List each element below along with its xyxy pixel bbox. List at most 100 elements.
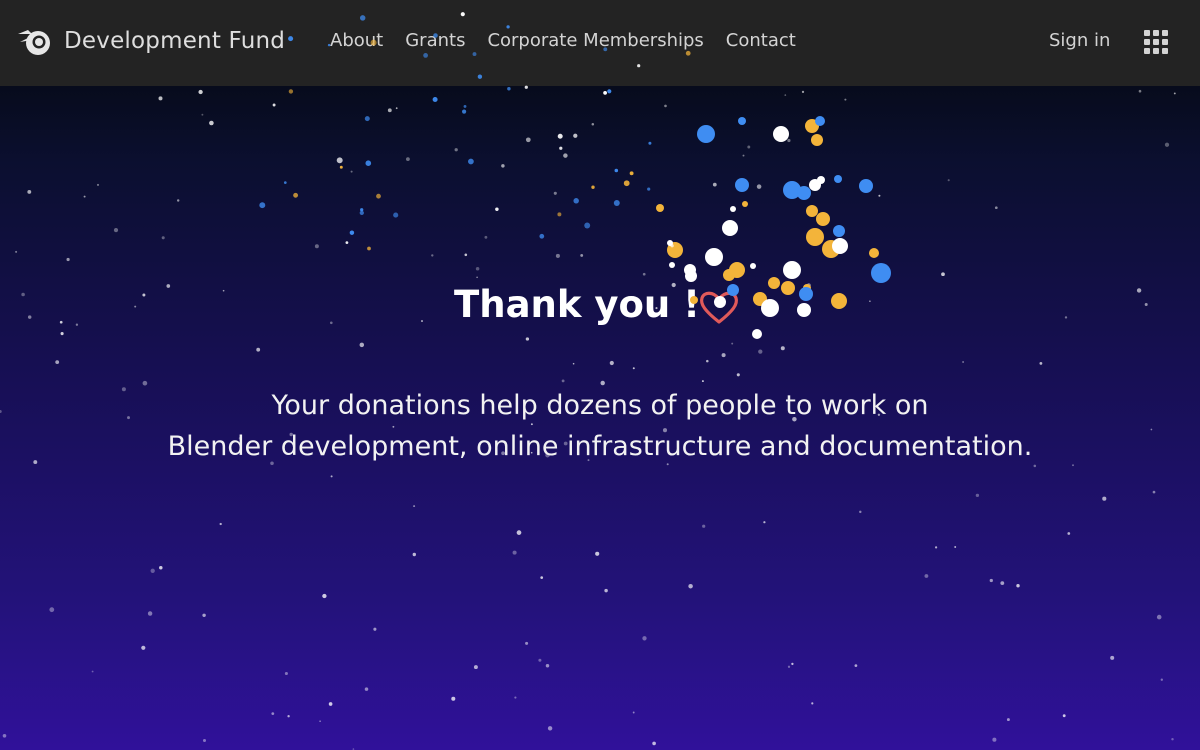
confetti-dot (730, 206, 736, 212)
confetti-dot (656, 204, 664, 212)
star (27, 189, 32, 194)
confetti-trail-dot (288, 89, 294, 94)
confetti-dot (742, 201, 748, 207)
star (525, 337, 530, 341)
star (1156, 614, 1162, 620)
confetti-trail-dot (614, 168, 619, 173)
nav-corporate-memberships[interactable]: Corporate Memberships (487, 30, 703, 51)
star (1152, 490, 1156, 494)
confetti-trail-dot (557, 212, 562, 217)
confetti-dot (806, 205, 818, 217)
apps-grid-icon[interactable] (1144, 30, 1168, 54)
star (1144, 303, 1148, 306)
nav-about[interactable]: About (330, 30, 383, 51)
star (869, 300, 871, 303)
star (202, 613, 206, 618)
star (784, 94, 787, 96)
star (159, 566, 163, 570)
confetti-trail-dot (272, 103, 276, 107)
star (55, 360, 60, 364)
star (572, 362, 575, 365)
star (350, 170, 353, 173)
star (580, 253, 584, 257)
brand-link[interactable]: Development Fund (16, 26, 285, 56)
confetti-dot (817, 176, 825, 184)
confetti-dot (803, 284, 811, 292)
star (1006, 718, 1010, 722)
star (538, 658, 542, 662)
star (134, 305, 137, 308)
confetti-trail-dot (623, 180, 630, 187)
star (609, 360, 614, 366)
star (27, 315, 32, 319)
hero-line-2: Blender development, online infrastructu… (167, 431, 1033, 462)
confetti-dot (832, 238, 848, 254)
confetti-trail-dot (507, 87, 511, 91)
star (1064, 316, 1068, 319)
star (256, 347, 261, 352)
confetti-trail-dot (283, 181, 287, 184)
confetti-trail-dot (591, 185, 595, 189)
star (756, 184, 762, 189)
star (731, 342, 734, 345)
confetti-dot (667, 242, 683, 258)
star (473, 665, 478, 670)
star (787, 138, 791, 143)
star (66, 257, 70, 262)
confetti-dot (834, 175, 842, 183)
nav-grants[interactable]: Grants (405, 30, 465, 51)
star (142, 293, 146, 297)
star (512, 550, 517, 555)
star (373, 627, 377, 631)
star (736, 373, 740, 377)
star (545, 663, 550, 668)
star (1067, 532, 1071, 535)
star (284, 671, 288, 676)
star (811, 702, 814, 705)
star (287, 715, 290, 718)
nav-contact[interactable]: Contact (726, 30, 796, 51)
star (198, 89, 203, 95)
confetti-dot (822, 240, 840, 258)
confetti-trail-dot (607, 89, 612, 94)
confetti-dot (697, 125, 715, 143)
confetti-dot (768, 277, 780, 289)
star (1171, 737, 1174, 741)
blender-logo-icon (18, 30, 50, 55)
star (642, 636, 647, 641)
star (553, 191, 557, 195)
star (219, 522, 222, 526)
confetti-dot (783, 181, 801, 199)
top-navbar: Development Fund About Grants Corporate … (0, 0, 1200, 86)
confetti-dot (811, 134, 823, 146)
main-nav: About Grants Corporate Memberships Conta… (330, 30, 796, 51)
star (141, 645, 146, 650)
confetti-dot (783, 261, 801, 279)
star (464, 253, 468, 257)
confetti-dot (781, 281, 795, 295)
confetti-trail-dot (336, 157, 343, 164)
confetti-trail-dot (360, 208, 364, 212)
confetti-trail-dot (293, 192, 299, 198)
confetti-trail-dot (584, 222, 591, 229)
confetti-dot (797, 303, 811, 317)
star (992, 737, 997, 742)
confetti-trail-dot (573, 198, 579, 204)
star (941, 272, 945, 277)
confetti-trail-dot (364, 116, 370, 122)
star (664, 104, 667, 108)
star (1136, 288, 1142, 293)
star (431, 254, 434, 257)
confetti-trail-dot (259, 202, 266, 209)
sign-in-link[interactable]: Sign in (1049, 30, 1110, 51)
confetti-trail-dot (345, 241, 349, 244)
star (1016, 583, 1020, 588)
star (451, 696, 456, 701)
star (547, 726, 553, 731)
confetti-trail-dot (613, 200, 620, 206)
confetti-trail-dot (365, 160, 372, 167)
star (591, 123, 595, 126)
star (642, 272, 646, 276)
star (791, 662, 794, 666)
confetti-dot (797, 186, 811, 200)
